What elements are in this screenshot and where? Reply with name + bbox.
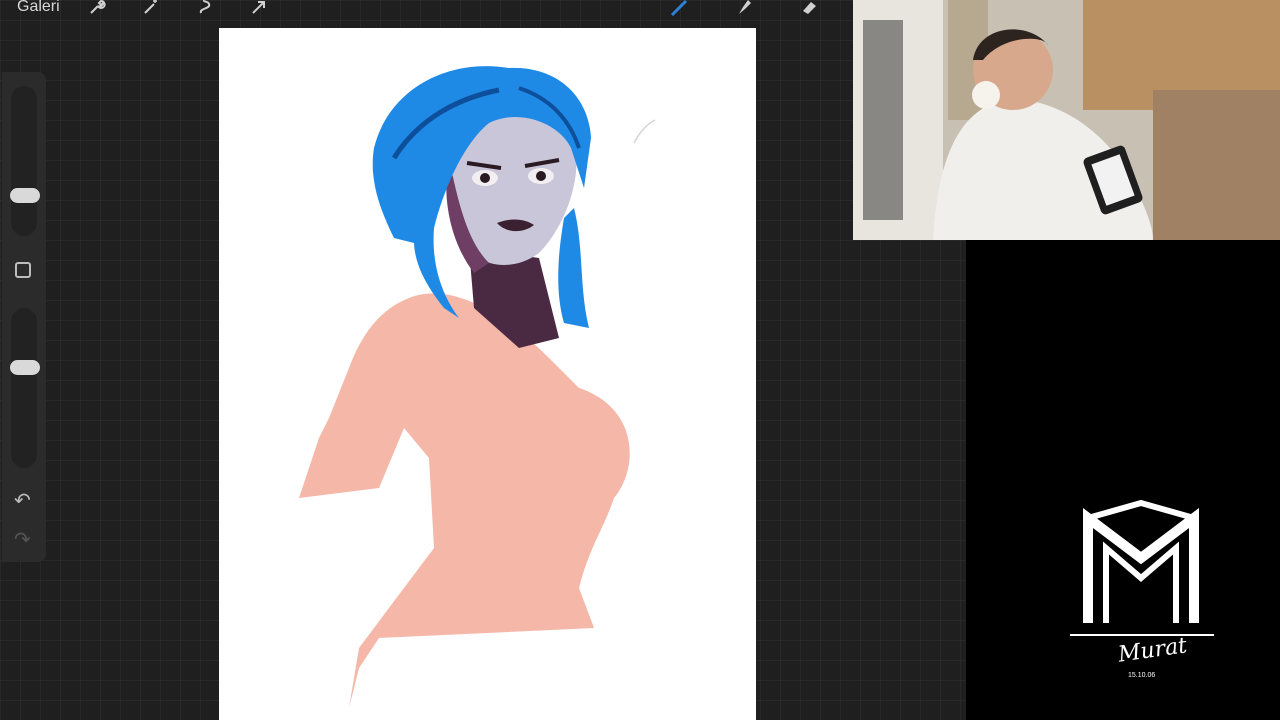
redo-button[interactable]: ↷ bbox=[14, 527, 31, 552]
body-shape bbox=[299, 293, 630, 708]
undo-button[interactable]: ↶ bbox=[14, 488, 31, 513]
wrench-icon[interactable] bbox=[86, 0, 108, 20]
webcam-overlay bbox=[853, 0, 1280, 240]
character-painting bbox=[299, 66, 656, 708]
sketch-stroke bbox=[633, 119, 656, 144]
drawing-canvas[interactable] bbox=[219, 28, 756, 720]
left-sidebar: ↶ ↷ bbox=[2, 72, 46, 562]
gallery-button[interactable]: Galeri bbox=[17, 0, 60, 18]
opacity-thumb[interactable] bbox=[10, 360, 40, 375]
modify-button[interactable] bbox=[15, 262, 31, 278]
procreate-workspace: Galeri ↶ ↷ bbox=[0, 0, 966, 720]
top-toolbar: Galeri bbox=[0, 0, 966, 22]
mm-logo-icon bbox=[1083, 499, 1199, 623]
smudge-icon[interactable] bbox=[733, 0, 755, 20]
eraser-icon[interactable] bbox=[798, 0, 820, 20]
artist-signature: Murat bbox=[1116, 633, 1189, 668]
selection-icon[interactable] bbox=[195, 0, 217, 20]
transform-arrow-icon[interactable] bbox=[248, 0, 270, 20]
logo-divider bbox=[1070, 634, 1214, 636]
brush-size-thumb[interactable] bbox=[10, 188, 40, 203]
brush-icon[interactable] bbox=[668, 0, 690, 20]
hair-right-strand bbox=[558, 208, 589, 328]
signature-date: 15.10.06 bbox=[1128, 672, 1156, 679]
magic-wand-icon[interactable] bbox=[140, 0, 162, 20]
brand-logo: Murat 15.10.06 bbox=[1066, 498, 1216, 688]
headphone-icon bbox=[972, 81, 1000, 109]
brush-size-slider[interactable] bbox=[11, 86, 37, 236]
opacity-slider[interactable] bbox=[11, 308, 37, 468]
